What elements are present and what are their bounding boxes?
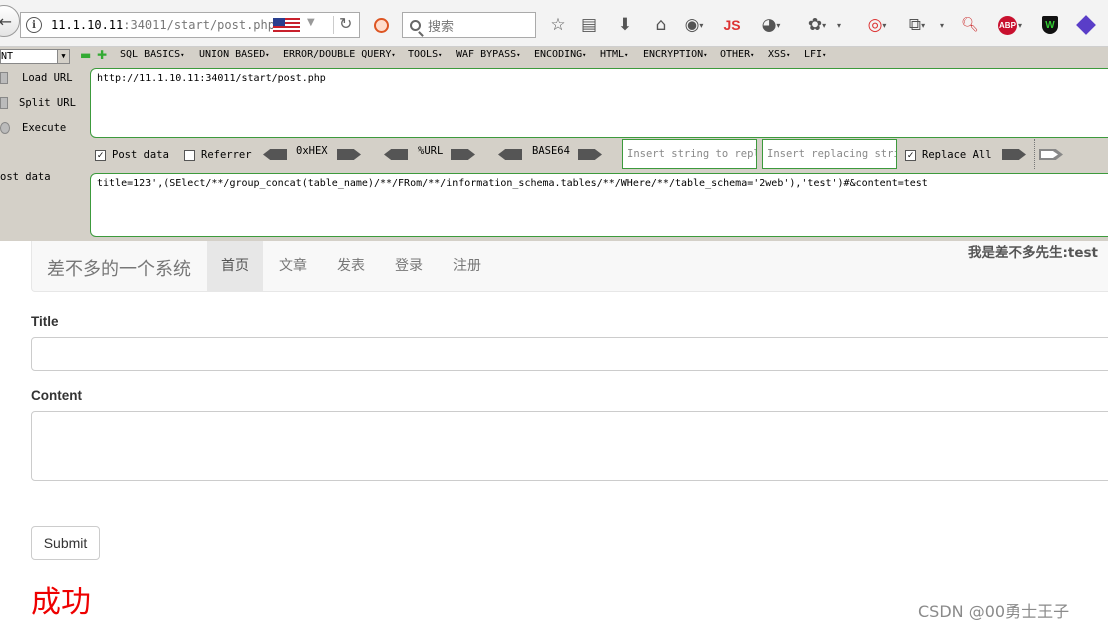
menu-error-double-query[interactable]: ERROR/DOUBLE QUERY [283, 49, 396, 60]
globe-icon[interactable]: ◕ ▾ [756, 12, 786, 38]
execute-button[interactable]: Execute [0, 122, 66, 134]
back-arrow-icon[interactable]: ← [0, 5, 20, 37]
referrer-label: Referrer [201, 149, 252, 161]
referrer-check-icon [184, 149, 195, 161]
minus-icon[interactable]: ▬ [80, 48, 91, 62]
post-data-check-icon: ✓ [95, 149, 106, 161]
nav-home[interactable]: 首页 [207, 241, 263, 291]
post-data-side-label: ost data [0, 171, 51, 183]
replace-all-checkbox[interactable]: ✓ Replace All [905, 149, 992, 161]
execute-label: Execute [22, 122, 67, 134]
url-encode-label: %URL [418, 145, 444, 157]
download-icon[interactable]: ⬇ [615, 12, 635, 38]
url-divider [333, 16, 334, 34]
adblock-icon[interactable]: ABP ▾ [994, 12, 1026, 38]
star-icon[interactable]: ☆ [548, 12, 568, 38]
reload-icon[interactable]: ↻ [339, 14, 352, 33]
js-icon[interactable]: JS [720, 12, 744, 38]
menu-encryption[interactable]: ENCRYPTION [643, 49, 707, 60]
site-brand[interactable]: 差不多的一个系统 [47, 255, 191, 281]
hex-label: 0xHEX [296, 145, 328, 157]
url-decode-arrow-icon[interactable] [384, 149, 408, 160]
result-message: 成功 [31, 585, 91, 620]
url-encode-arrow-icon[interactable] [451, 149, 475, 160]
split-url-label: Split URL [19, 97, 76, 109]
target-icon[interactable]: ◎ ▾ [861, 12, 893, 38]
browser-toolbar: ← i 11.1.10.11:34011/start/post.php ▼ ↻ … [0, 0, 1108, 47]
submit-button[interactable]: Submit [31, 526, 100, 560]
load-url-icon [0, 72, 8, 84]
pocket-icon[interactable]: ◉ ▾ [680, 12, 708, 38]
home-icon[interactable]: ⌂ [651, 12, 671, 38]
diamond-icon[interactable] [1076, 12, 1096, 38]
magnifier-icon[interactable]: 🔍︎ [960, 12, 980, 38]
palette-icon[interactable]: ✿ ▾ [803, 12, 831, 38]
base64-label: BASE64 [532, 145, 570, 157]
noscript-icon[interactable] [371, 12, 391, 38]
replace-back-arrow-icon[interactable] [1039, 149, 1063, 160]
menu-union-based[interactable]: UNION BASED [199, 49, 269, 60]
shield-icon[interactable]: W [1041, 12, 1059, 38]
load-url-button[interactable]: Load URL [0, 72, 73, 84]
window-icon[interactable]: ⧉ ▾ [904, 12, 930, 38]
url-host: 11.1.10.11 [51, 18, 124, 32]
watermark: CSDN @00勇士王子 [918, 602, 1070, 621]
site-navbar: 差不多的一个系统 首页 文章 发表 登录 注册 我是差不多先生:test [31, 241, 1108, 292]
replacing-string-input[interactable]: Insert replacing string [762, 139, 897, 169]
chevron-down-icon[interactable]: ▾ [936, 12, 948, 38]
chevron-down-icon[interactable]: ▼ [307, 17, 315, 28]
info-icon[interactable]: i [26, 17, 42, 33]
nav-articles[interactable]: 文章 [279, 241, 307, 291]
replace-all-label: Replace All [922, 149, 992, 161]
base64-decode-arrow-icon[interactable] [498, 149, 522, 160]
title-label: Title [31, 314, 59, 329]
post-data-checkbox[interactable]: ✓ Post data [95, 149, 169, 161]
referrer-checkbox[interactable]: Referrer [184, 149, 252, 161]
insert-string-input[interactable]: Insert string to replace [622, 139, 757, 169]
hackbar-select-value: NT [1, 51, 14, 62]
nav-login[interactable]: 登录 [395, 241, 423, 291]
menu-sql-basics[interactable]: SQL BASICS [120, 49, 184, 60]
nav-publish[interactable]: 发表 [337, 241, 365, 291]
menu-lfi[interactable]: LFI [804, 49, 826, 60]
url-textarea[interactable]: http://11.1.10.11:34011/start/post.php [90, 68, 1108, 138]
url-bar[interactable]: i 11.1.10.11:34011/start/post.php ▼ ↻ [20, 12, 360, 38]
url-path: :34011/start/post.php [123, 18, 275, 32]
split-url-button[interactable]: Split URL [0, 97, 76, 109]
menu-tools[interactable]: TOOLS [408, 49, 442, 60]
menu-encoding[interactable]: ENCODING [534, 49, 586, 60]
post-data-label: Post data [112, 149, 169, 161]
content-label: Content [31, 388, 82, 403]
search-icon [410, 19, 421, 31]
url-text[interactable]: 11.1.10.11:34011/start/post.php [51, 18, 275, 32]
nav-register[interactable]: 注册 [453, 241, 481, 291]
us-flag-icon[interactable] [273, 18, 300, 33]
menu-html[interactable]: HTML [600, 49, 628, 60]
reading-list-icon[interactable]: ▤ [579, 12, 599, 38]
hex-encode-arrow-icon[interactable] [337, 149, 361, 160]
menu-xss[interactable]: XSS [768, 49, 790, 60]
chevron-down-icon[interactable]: ▼ [57, 50, 69, 63]
plus-icon[interactable]: ✚ [97, 48, 107, 62]
hex-decode-arrow-icon[interactable] [263, 149, 287, 160]
toolbar-divider [1034, 139, 1035, 169]
search-placeholder: 搜索 [428, 19, 455, 35]
content-textarea[interactable] [31, 411, 1108, 481]
replace-all-check-icon: ✓ [905, 149, 916, 161]
load-url-label: Load URL [22, 72, 73, 84]
chevron-down-icon[interactable]: ▾ [834, 12, 844, 38]
split-url-icon [0, 97, 8, 109]
execute-icon [0, 122, 10, 134]
menu-waf-bypass[interactable]: WAF BYPASS [456, 49, 520, 60]
replace-arrow-icon[interactable] [1002, 149, 1026, 160]
hackbar-panel: NT ▼ ▬ ✚ SQL BASICS UNION BASED ERROR/DO… [0, 47, 1108, 241]
hackbar-select[interactable]: NT ▼ [0, 49, 70, 64]
base64-encode-arrow-icon[interactable] [578, 149, 602, 160]
title-input[interactable] [31, 337, 1108, 371]
menu-other[interactable]: OTHER [720, 49, 754, 60]
post-data-textarea[interactable]: title=123',(SElect/**/group_concat(table… [90, 173, 1108, 237]
search-bar[interactable]: 搜索 [402, 12, 536, 38]
nav-user[interactable]: 我是差不多先生:test [968, 241, 1098, 291]
